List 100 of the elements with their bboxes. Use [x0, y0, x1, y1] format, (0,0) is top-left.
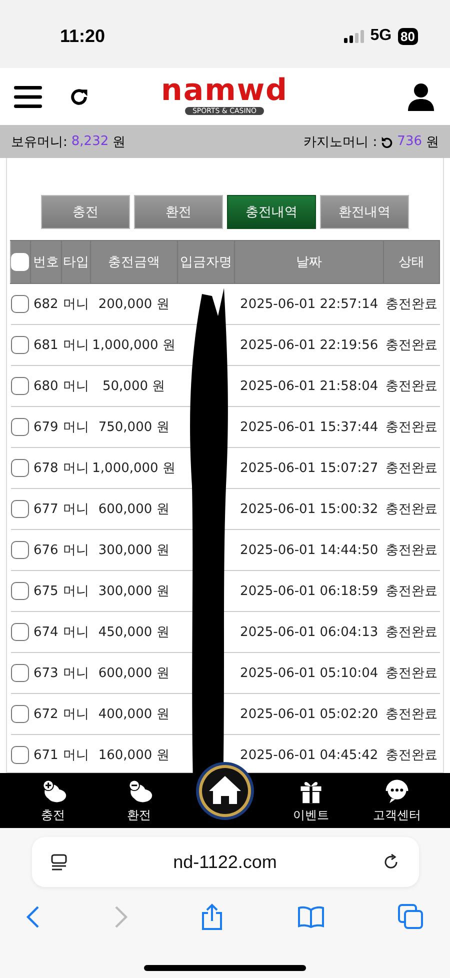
currency-unit: 원 [426, 134, 439, 150]
row-checkbox[interactable] [11, 459, 30, 477]
table-cell: 2025-06-01 05:10:04 [240, 666, 378, 680]
table-cell: 머니 [62, 420, 89, 435]
table-cell: 600,000 원 [98, 502, 170, 517]
tab[interactable]: 충전내역 [227, 195, 316, 229]
nav-label: 이벤트 [293, 807, 329, 824]
table-cell: 2025-06-01 22:57:14 [240, 296, 378, 312]
table-cell: 680 [34, 378, 58, 394]
network-label: 5G [370, 27, 392, 45]
table-cell: 674 [34, 624, 58, 640]
table-cell: 2025-06-01 21:58:04 [240, 378, 378, 394]
nav-label: 환전 [127, 807, 151, 824]
table-cell: 450,000 원 [98, 625, 170, 640]
table-cell: 1,000,000 원 [92, 461, 176, 476]
row-checkbox[interactable] [11, 623, 30, 641]
page-menu-icon[interactable] [50, 853, 68, 871]
row-checkbox[interactable] [11, 500, 30, 518]
table-cell: 충전완료 [386, 297, 438, 312]
row-checkbox[interactable] [11, 541, 30, 559]
column-header: 상태 [384, 240, 440, 284]
bookmarks-icon[interactable] [296, 906, 324, 928]
table-cell: 2025-06-01 22:19:56 [240, 338, 378, 352]
refresh-icon[interactable] [381, 136, 394, 148]
headset-chat-icon [383, 777, 411, 805]
table-cell: 679 [34, 420, 58, 434]
table-cell: 672 [34, 706, 58, 722]
table-cell: 678 [34, 460, 58, 476]
column-header: 입금자명 [177, 240, 235, 284]
row-checkbox[interactable] [11, 582, 30, 600]
table-cell: 2025-06-01 06:18:59 [240, 584, 378, 598]
table-cell: 충전완료 [386, 338, 438, 353]
table-cell: 200,000 원 [98, 297, 170, 312]
table-cell: 충전완료 [386, 707, 438, 722]
tabs-icon[interactable] [398, 904, 424, 930]
table-cell: 2025-06-01 15:00:32 [240, 502, 378, 516]
row-checkbox[interactable] [11, 377, 30, 395]
table-cell: 677 [34, 502, 58, 516]
table-cell: 충전완료 [386, 543, 438, 558]
select-all-checkbox[interactable] [11, 253, 30, 271]
table-cell: 머니 [62, 502, 89, 517]
table-cell: 600,000 원 [98, 666, 170, 681]
nav-label: 충전 [41, 807, 65, 824]
table-cell: 50,000 원 [102, 379, 166, 394]
clock-time: 11:20 [60, 26, 106, 46]
balance-label: 보유머니: [11, 134, 68, 150]
table-cell: 682 [34, 296, 58, 312]
menu-icon[interactable] [14, 84, 42, 108]
row-checkbox[interactable] [11, 336, 30, 354]
casino-money-amount: 736 [397, 134, 422, 149]
balance-amount: 8,232 [71, 134, 109, 149]
table-cell: 400,000 원 [98, 707, 170, 722]
column-header: 번호 [30, 240, 62, 284]
nav-item[interactable]: 이벤트 [276, 777, 346, 824]
table-cell: 671 [34, 748, 58, 762]
table-cell: 충전완료 [386, 502, 438, 517]
casino-money-label: 카지노머니 : [304, 134, 378, 150]
nav-item[interactable]: 고객센터 [362, 777, 432, 824]
row-checkbox[interactable] [11, 705, 30, 723]
row-checkbox[interactable] [11, 746, 30, 764]
table-cell: 머니 [62, 584, 89, 599]
table-cell: 300,000 원 [98, 584, 170, 599]
table-cell: 충전완료 [386, 584, 438, 599]
nav-item[interactable]: 환전 [104, 777, 174, 824]
nav-label: 고객센터 [373, 807, 421, 824]
forward-icon [114, 905, 128, 929]
currency-unit: 원 [112, 134, 126, 150]
table-cell: 2025-06-01 04:45:42 [240, 748, 378, 762]
back-icon[interactable] [26, 905, 40, 929]
table-cell: 머니 [62, 707, 89, 722]
user-icon[interactable] [408, 82, 434, 110]
table-cell: 머니 [62, 461, 89, 476]
row-checkbox[interactable] [11, 295, 30, 313]
table-cell: 160,000 원 [98, 748, 170, 763]
table-cell: 681 [34, 338, 58, 352]
table-cell: 675 [34, 584, 58, 598]
table-cell: 머니 [62, 297, 89, 312]
home-button[interactable] [195, 761, 255, 821]
column-header: 날짜 [234, 240, 384, 284]
table-cell: 1,000,000 원 [92, 338, 176, 353]
table-cell: 머니 [62, 338, 89, 353]
table-cell: 머니 [62, 625, 89, 640]
share-icon[interactable] [201, 903, 223, 931]
address-bar[interactable]: nd-1122.com [32, 837, 418, 887]
row-checkbox[interactable] [11, 664, 30, 682]
column-header: 충전금액 [90, 240, 178, 284]
table-cell: 750,000 원 [98, 420, 170, 435]
table-cell: 2025-06-01 05:02:20 [240, 706, 378, 722]
table-cell: 충전완료 [386, 666, 438, 681]
table-cell: 머니 [62, 666, 89, 681]
table-cell: 충전완료 [386, 420, 438, 435]
table-cell: 2025-06-01 14:44:50 [240, 542, 378, 558]
table-cell: 머니 [62, 379, 89, 394]
url-text: nd-1122.com [173, 852, 277, 872]
nav-item[interactable]: 충전 [18, 777, 88, 824]
row-checkbox[interactable] [11, 418, 30, 436]
table-cell: 676 [34, 542, 58, 558]
table-cell: 머니 [62, 543, 89, 558]
column-header: 타입 [61, 240, 90, 284]
signal-icon [344, 30, 364, 42]
